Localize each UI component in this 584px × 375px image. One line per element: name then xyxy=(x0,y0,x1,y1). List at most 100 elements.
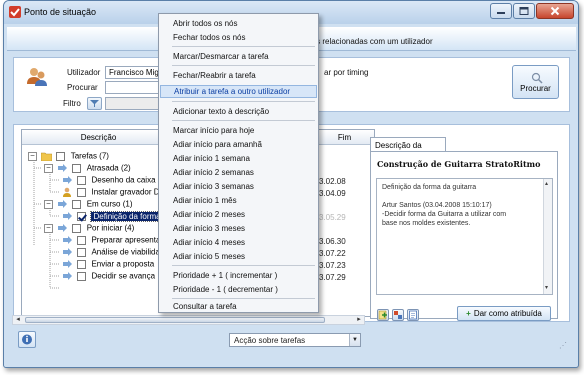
close-button[interactable] xyxy=(536,3,574,19)
task-checkbox[interactable] xyxy=(77,175,87,185)
tree-node-label: Atrasada (2) xyxy=(86,163,131,173)
task-checkbox-checked[interactable] xyxy=(77,211,87,221)
tree-node-task[interactable]: Enviar a proposta xyxy=(62,259,154,271)
bottom-bar: Acção sobre tarefas ▼ ⋰ xyxy=(13,328,570,352)
menu-item-prioridade-mais[interactable]: Prioridade + 1 ( incrementar ) xyxy=(160,269,317,282)
tree-node-label: Enviar a proposta xyxy=(91,259,155,269)
menu-item-adiar-5-meses[interactable]: Adiar início 5 meses xyxy=(160,250,317,263)
task-arrow-icon xyxy=(63,248,72,256)
filtro-field[interactable] xyxy=(105,97,165,110)
tree-node-group[interactable]: − Por iniciar (4) xyxy=(44,223,134,235)
menu-item-inicio-hoje[interactable]: Marcar início para hoje xyxy=(160,124,317,137)
task-checkbox[interactable] xyxy=(77,187,87,197)
tree-node-group[interactable]: − Atrasada (2) xyxy=(44,163,131,175)
vertical-scrollbar[interactable]: ▴ ▾ xyxy=(543,179,552,294)
menu-item-adiar-3-semanas[interactable]: Adiar início 3 semanas xyxy=(160,180,317,193)
tree-node-group[interactable]: − Em curso (1) xyxy=(44,199,133,211)
filter-toggle-button[interactable] xyxy=(87,97,102,110)
scroll-down-icon[interactable]: ▾ xyxy=(545,284,548,293)
tree-node-task[interactable]: Preparar apresentaç xyxy=(62,235,164,247)
node-checkbox[interactable] xyxy=(72,199,82,209)
context-menu: Abrir todos os nós Fechar todos os nós M… xyxy=(158,13,319,313)
collapse-icon[interactable]: − xyxy=(44,223,53,233)
app-check-icon xyxy=(9,6,21,18)
timing-filter-text: ar por timing xyxy=(324,68,369,77)
task-arrow-icon xyxy=(58,200,68,208)
banner-text: efas relacionadas com um utilizador xyxy=(305,37,433,46)
menu-item-prioridade-menos[interactable]: Prioridade - 1 ( decrementar ) xyxy=(160,283,317,296)
scroll-thumb[interactable] xyxy=(25,317,325,323)
tree-node-task[interactable]: Instalar gravador DV xyxy=(62,187,165,199)
node-checkbox[interactable] xyxy=(56,151,66,161)
resize-grip-icon[interactable]: ⋰ xyxy=(559,341,567,350)
tree-node-label: Decidir se avança xyxy=(91,271,156,281)
tree-node-task-selected[interactable]: Definição da forma xyxy=(62,210,164,223)
menu-item-adiar-2-meses[interactable]: Adiar início 2 meses xyxy=(160,208,317,221)
tree-node-task[interactable]: Desenho da caixa xyxy=(62,175,156,187)
task-arrow-icon xyxy=(58,224,68,232)
end-date: 3.04.09 xyxy=(319,189,346,198)
menu-item-adiar-4-meses[interactable]: Adiar início 4 meses xyxy=(160,236,317,249)
scroll-right-icon[interactable]: ▸ xyxy=(354,316,364,324)
menu-item-atribuir[interactable]: Atribuir a tarefa a outro utilizador xyxy=(160,85,317,98)
menu-item-adiar-1-mes[interactable]: Adiar início 1 mês xyxy=(160,194,317,207)
tree-node-root[interactable]: − Tarefas (7) xyxy=(28,151,109,163)
tree-node-label: Análise de viabilidad xyxy=(91,247,165,257)
search-icon xyxy=(531,72,543,84)
menu-item-adiar-1-semana[interactable]: Adiar início 1 semana xyxy=(160,152,317,165)
menu-item-fechar-todos[interactable]: Fechar todos os nós xyxy=(160,31,317,44)
task-checkbox[interactable] xyxy=(77,247,87,257)
end-date: 3.07.23 xyxy=(319,261,346,270)
task-checkbox[interactable] xyxy=(77,259,87,269)
menu-item-adiar-2-semanas[interactable]: Adiar início 2 semanas xyxy=(160,166,317,179)
utilizador-field[interactable]: Francisco Miguel xyxy=(105,66,165,79)
scroll-up-icon[interactable]: ▴ xyxy=(545,180,548,189)
menu-separator xyxy=(172,298,315,299)
accao-select-value: Acção sobre tarefas xyxy=(234,336,306,345)
menu-separator xyxy=(172,265,315,266)
filter-icon xyxy=(90,100,99,107)
plus-icon: + xyxy=(466,309,471,318)
menu-item-adiar-amanha[interactable]: Adiar início para amanhã xyxy=(160,138,317,151)
collapse-icon[interactable]: − xyxy=(44,163,53,173)
author-line: Artur Santos (03.04.2008 15:10:17) xyxy=(382,202,492,209)
tree-node-task[interactable]: Decidir se avança xyxy=(62,271,155,283)
collapse-icon[interactable]: − xyxy=(44,199,53,209)
task-checkbox[interactable] xyxy=(77,235,87,245)
task-checkbox[interactable] xyxy=(77,271,87,281)
menu-item-marcar-desmarcar[interactable]: Marcar/Desmarcar a tarefa xyxy=(160,50,317,63)
info-button[interactable] xyxy=(18,331,36,348)
document-icon xyxy=(409,310,417,320)
swap-user-button[interactable] xyxy=(392,309,404,321)
tab-descricao-tarefa[interactable]: Descrição da Tarefa xyxy=(370,137,446,159)
search-button[interactable]: Procurar xyxy=(512,65,559,99)
edit-text-button[interactable] xyxy=(407,309,419,321)
task-description-box[interactable]: Definição da forma da guitarra Artur San… xyxy=(376,178,553,295)
tree-node-label: Preparar apresentaç xyxy=(91,235,165,245)
add-note-button[interactable] xyxy=(377,309,389,321)
task-person-icon xyxy=(63,187,71,197)
menu-item-adicionar-texto[interactable]: Adicionar texto à descrição xyxy=(160,105,317,118)
node-checkbox[interactable] xyxy=(72,163,82,173)
users-icon xyxy=(27,68,47,86)
menu-item-consultar[interactable]: Consultar a tarefa xyxy=(160,300,317,313)
accao-tarefas-select[interactable]: Acção sobre tarefas ▼ xyxy=(229,333,361,347)
maximize-button[interactable] xyxy=(513,3,535,19)
column-header-fim[interactable]: Fim xyxy=(312,130,374,145)
menu-item-abrir-todos[interactable]: Abrir todos os nós xyxy=(160,17,317,30)
menu-item-adiar-3-meses[interactable]: Adiar início 3 meses xyxy=(160,222,317,235)
assign-button[interactable]: + Dar como atribuída xyxy=(457,306,551,321)
tree-node-label: Desenho da caixa xyxy=(91,175,156,185)
collapse-icon[interactable]: − xyxy=(28,151,37,161)
tree-node-task[interactable]: Análise de viabilidad xyxy=(62,247,164,259)
minimize-button[interactable] xyxy=(490,3,512,19)
task-arrow-icon xyxy=(63,260,72,268)
menu-item-fechar-reabrir[interactable]: Fechar/Reabrir a tarefa xyxy=(160,69,317,82)
maximize-icon xyxy=(519,7,529,15)
horizontal-scrollbar[interactable]: ◂ ▸ xyxy=(12,315,365,325)
chevron-down-icon[interactable]: ▼ xyxy=(349,334,360,346)
node-checkbox[interactable] xyxy=(72,223,82,233)
window-title: Ponto de situação xyxy=(24,7,97,17)
procurar-input[interactable] xyxy=(105,81,165,94)
scroll-left-icon[interactable]: ◂ xyxy=(13,316,23,324)
